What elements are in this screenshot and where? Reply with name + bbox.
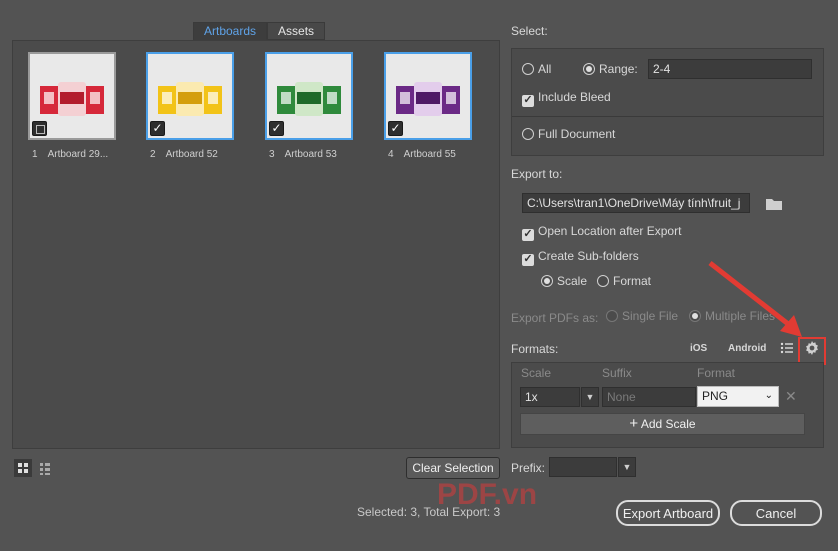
suffix-column-header: Suffix (602, 366, 632, 380)
radio-scale[interactable]: Scale (541, 274, 587, 288)
format-column-header: Format (697, 366, 736, 380)
artboard-preview-image (277, 82, 341, 116)
list-view-icon (40, 463, 50, 475)
artboard-thumb-1[interactable] (28, 52, 116, 140)
artboard-checkbox[interactable]: ✓ (150, 121, 165, 136)
artboard-thumb-2[interactable]: ✓ (146, 52, 234, 140)
tab-artboards[interactable]: Artboards (193, 22, 268, 40)
radio-all[interactable]: All (522, 62, 551, 76)
annotation-arrow (708, 261, 802, 337)
export-artboard-button[interactable]: Export Artboard (616, 500, 720, 526)
artboard-checkbox[interactable]: ✓ (269, 121, 284, 136)
artboard-thumb-4[interactable]: ✓ (384, 52, 472, 140)
list-view-button[interactable] (36, 459, 54, 477)
prefix-dropdown-button[interactable]: ▼ (618, 457, 636, 477)
plus-icon: + (629, 415, 639, 432)
include-bleed-checkbox[interactable]: ✓ Include Bleed (522, 90, 611, 107)
radio-single-file[interactable]: Single File (606, 309, 678, 323)
suffix-input[interactable]: None (602, 387, 696, 407)
artboard-thumb-3[interactable]: ✓ (265, 52, 353, 140)
radio-range[interactable]: Range: (583, 62, 638, 76)
format-select[interactable]: PNG ⌄ (697, 386, 779, 407)
prefix-label: Prefix: (511, 461, 546, 475)
create-subfolders-checkbox[interactable]: ✓ Create Sub-folders (522, 249, 639, 266)
radio-icon (522, 63, 534, 75)
artboard-checkbox[interactable] (32, 121, 47, 136)
radio-full-document[interactable]: Full Document (522, 127, 615, 141)
prefix-input[interactable] (549, 457, 617, 477)
add-scale-button[interactable]: + Add Scale (520, 413, 805, 435)
checkbox-icon: ✓ (522, 228, 534, 241)
checkbox-icon: ✓ (522, 94, 534, 107)
grid-view-icon (18, 463, 28, 473)
export-to-heading: Export to: (511, 167, 563, 181)
folder-icon[interactable] (765, 197, 783, 214)
checkbox-icon: ✓ (522, 253, 534, 266)
radio-format[interactable]: Format (597, 274, 651, 288)
tab-assets[interactable]: Assets (267, 22, 326, 40)
cancel-button[interactable]: Cancel (730, 500, 822, 526)
scale-input[interactable]: 1x (520, 387, 580, 407)
export-pdfs-label: Export PDFs as: (511, 311, 599, 325)
artboard-checkbox[interactable]: ✓ (388, 121, 403, 136)
scale-dropdown-button[interactable]: ▼ (581, 387, 599, 407)
watermark: PDF.vn (437, 478, 538, 511)
export-path-input[interactable]: C:\Users\tran1\OneDrive\Máy tính\fruit_j (522, 193, 750, 213)
artboard-preview-image (158, 82, 222, 116)
radio-icon (597, 275, 609, 287)
chevron-down-icon: ⌄ (764, 390, 773, 401)
artboard-preview-image (40, 82, 104, 116)
artboard-caption-4: 4 Artboard 55 (388, 149, 456, 160)
artboard-caption-1: 1 Artboard 29... (32, 149, 109, 160)
divider (512, 116, 823, 117)
grid-view-button[interactable] (14, 459, 32, 477)
formats-heading: Formats: (511, 342, 559, 356)
radio-icon (606, 310, 618, 322)
scale-column-header: Scale (521, 366, 552, 380)
tab-bar: Artboards Assets (193, 22, 326, 40)
remove-scale-icon[interactable]: ✕ (785, 388, 797, 405)
range-input[interactable]: 2-4 (648, 59, 812, 79)
radio-icon (583, 63, 595, 75)
clear-selection-button[interactable]: Clear Selection (406, 457, 500, 479)
open-location-checkbox[interactable]: ✓ Open Location after Export (522, 224, 681, 241)
artboard-caption-3: 3 Artboard 53 (269, 149, 337, 160)
radio-icon (522, 128, 534, 140)
artboard-caption-2: 2 Artboard 52 (150, 149, 218, 160)
radio-icon (541, 275, 553, 287)
select-heading: Select: (511, 24, 548, 38)
artboard-preview-image (396, 82, 460, 116)
